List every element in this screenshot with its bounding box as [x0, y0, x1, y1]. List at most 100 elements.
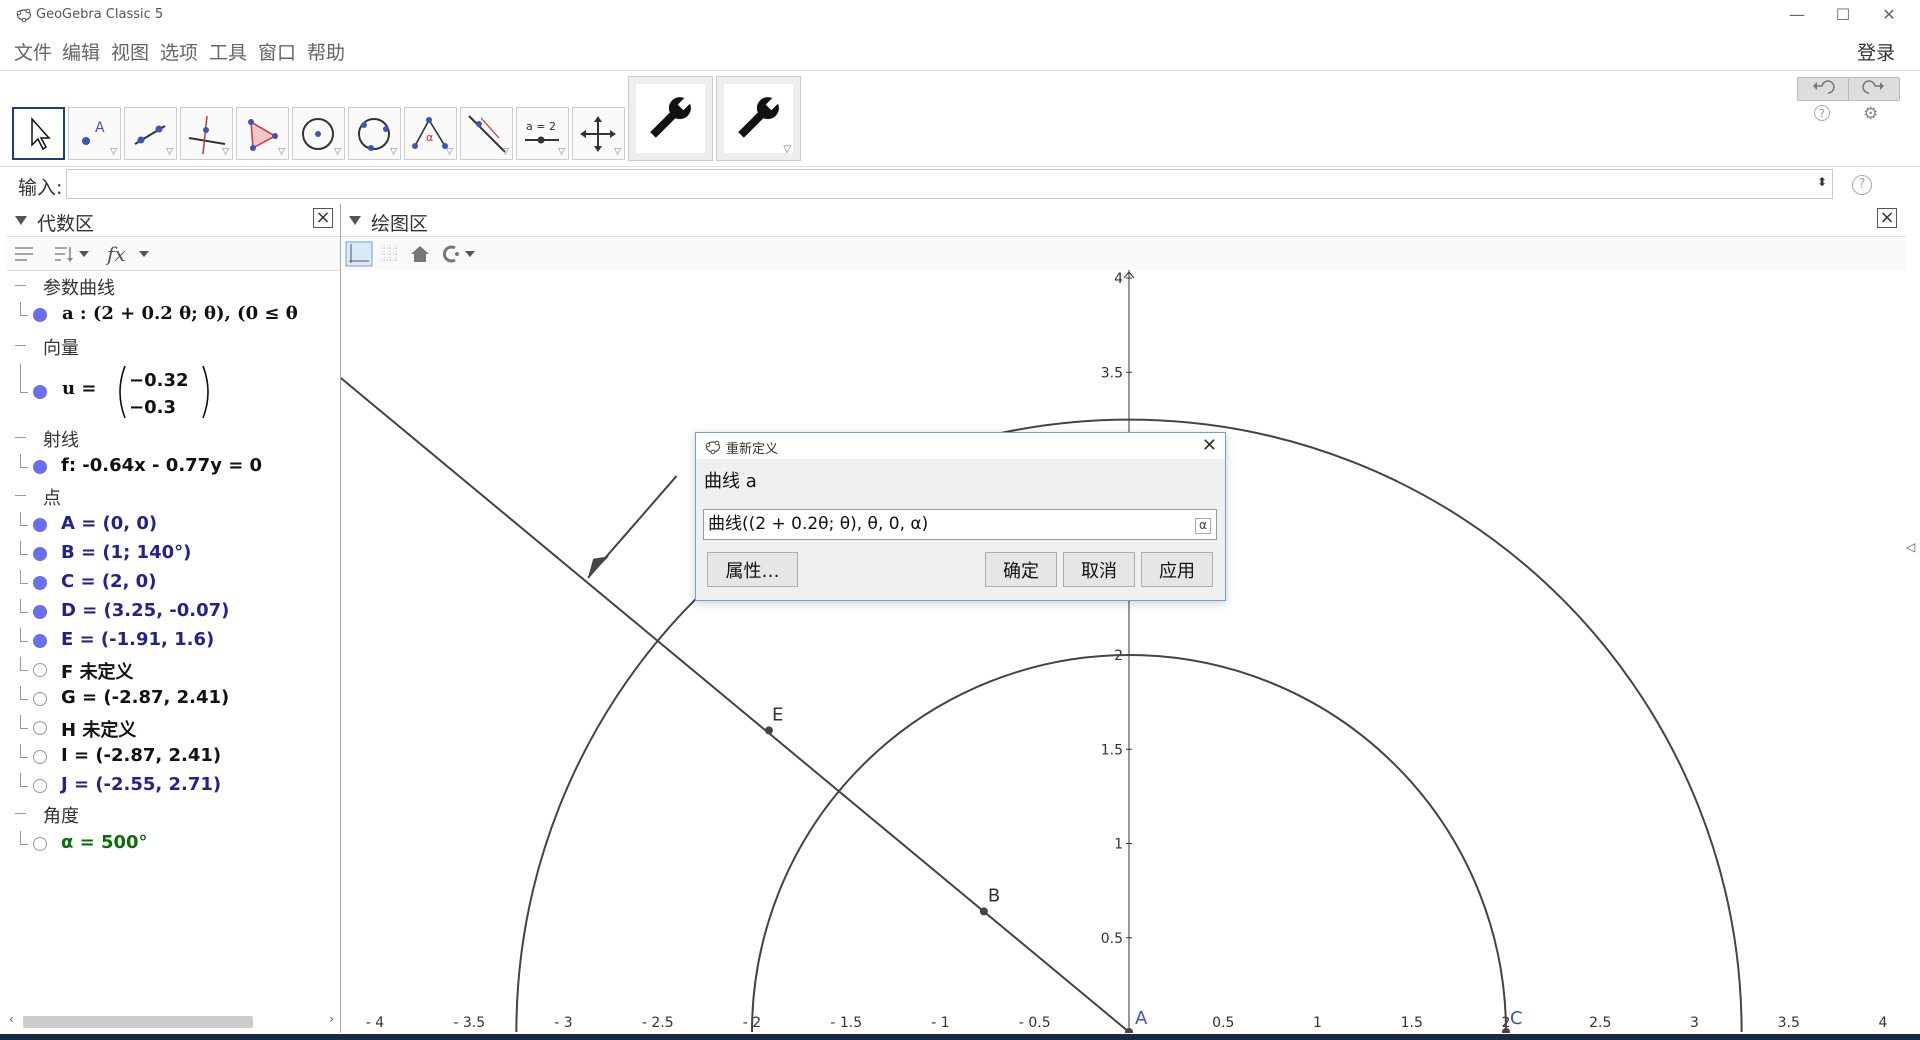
undo-button[interactable]: [1797, 77, 1849, 101]
group-angle[interactable]: 角度: [7, 802, 340, 828]
list-item-point-d[interactable]: D = (3.25, -0.07): [7, 599, 340, 625]
algebra-horizontal-scrollbar[interactable]: ‹ ›: [7, 1012, 340, 1030]
close-icon[interactable]: ✕: [1874, 4, 1904, 26]
visibility-toggle[interactable]: [33, 779, 47, 793]
custom-tool-button-1[interactable]: [628, 76, 713, 161]
input-history-icon[interactable]: ⬍: [1817, 175, 1827, 189]
collapse-minus-icon[interactable]: [15, 345, 26, 346]
list-item-point-f[interactable]: F 未定义: [7, 657, 340, 683]
list-item-vector-u[interactable]: u = −0.32 −0.3: [7, 364, 340, 420]
scrollbar-thumb[interactable]: [23, 1016, 253, 1028]
menu-file[interactable]: 文件: [14, 38, 52, 65]
cancel-button[interactable]: 取消: [1063, 552, 1135, 587]
grid-toggle-icon[interactable]: [379, 243, 401, 265]
move-tool-button[interactable]: [12, 107, 65, 160]
menu-window[interactable]: 窗口: [258, 38, 296, 65]
login-button[interactable]: 登录: [1857, 38, 1895, 65]
visibility-toggle[interactable]: [33, 385, 47, 399]
perpendicular-tool-button[interactable]: ▽: [180, 107, 233, 160]
reflect-tool-button[interactable]: ▽: [460, 107, 513, 160]
graph-drawing[interactable]: - 4- 3.5- 3- 2.5- 2- 1.5- 1- 0.5 0.5 1 1.5 2…: [341, 270, 1906, 1033]
visibility-toggle[interactable]: [33, 634, 47, 648]
menu-options[interactable]: 选项: [160, 38, 198, 65]
list-item-point-j[interactable]: J = (-2.55, 2.71): [7, 773, 340, 799]
gear-icon[interactable]: ⚙: [1863, 104, 1878, 124]
command-input[interactable]: [66, 169, 1833, 199]
collapse-minus-icon[interactable]: [15, 813, 26, 814]
custom-tool-button-2[interactable]: ▽: [716, 76, 801, 161]
collapse-icon[interactable]: [15, 216, 27, 225]
vector-x-value: −0.32: [129, 370, 189, 391]
menu-help[interactable]: 帮助: [307, 38, 345, 65]
fx-icon[interactable]: fx: [105, 240, 155, 268]
graphics-canvas[interactable]: - 4- 3.5- 3- 2.5- 2- 1.5- 1- 0.5 0.5 1 1.5 2…: [341, 270, 1906, 1033]
visibility-toggle[interactable]: [33, 460, 47, 474]
group-points[interactable]: 点: [7, 484, 340, 510]
collapse-icon[interactable]: [349, 216, 361, 225]
list-item-point-e[interactable]: E = (-1.91, 1.6): [7, 628, 340, 654]
redo-icon: [1862, 80, 1884, 94]
redo-button[interactable]: [1848, 77, 1900, 101]
collapse-minus-icon[interactable]: [15, 437, 26, 438]
visibility-toggle[interactable]: [33, 663, 47, 677]
list-item-angle-alpha[interactable]: α = 500°: [7, 831, 340, 857]
help-icon[interactable]: ?: [1814, 105, 1830, 121]
apply-button[interactable]: 应用: [1141, 552, 1213, 587]
menu-view[interactable]: 视图: [111, 38, 149, 65]
line-tool-button[interactable]: ▽: [124, 107, 177, 160]
slider-tool-button[interactable]: a = 2 ▽: [516, 107, 569, 160]
redefine-input[interactable]: 曲线((2 + 0.2θ; θ), θ, 0, α) α: [703, 509, 1217, 540]
visibility-toggle[interactable]: [33, 308, 47, 322]
menu-tools[interactable]: 工具: [209, 38, 247, 65]
circle-3pt-tool-button[interactable]: ▽: [348, 107, 401, 160]
toolbar: A ▽ ▽ ▽ ▽ ▽ ▽ α ▽ ▽ a = 2 ▽ ▽ ▽ ? ⚙: [0, 70, 1920, 167]
menu-lines-icon[interactable]: [13, 243, 35, 265]
minimize-icon[interactable]: —: [1782, 4, 1812, 26]
visibility-toggle[interactable]: [33, 721, 47, 735]
close-graphics-icon[interactable]: ×: [1877, 208, 1897, 228]
side-collapse-icon[interactable]: ◁: [1906, 540, 1915, 554]
scroll-left-icon[interactable]: ‹: [9, 1012, 14, 1026]
angle-tool-button[interactable]: α ▽: [404, 107, 457, 160]
list-item-ray-f[interactable]: f: -0.64x - 0.77y = 0: [7, 454, 340, 480]
home-icon[interactable]: [409, 243, 431, 265]
list-item-point-g[interactable]: G = (-2.87, 2.41): [7, 686, 340, 712]
axes-toggle-icon[interactable]: [345, 241, 373, 267]
properties-button[interactable]: 属性…: [707, 552, 798, 587]
visibility-toggle[interactable]: [33, 605, 47, 619]
visibility-toggle[interactable]: [33, 576, 47, 590]
list-item-point-c[interactable]: C = (2, 0): [7, 570, 340, 596]
visibility-toggle[interactable]: [33, 750, 47, 764]
collapse-minus-icon[interactable]: [15, 285, 26, 286]
input-help-icon[interactable]: ?: [1852, 175, 1872, 195]
sort-icon[interactable]: [51, 243, 95, 265]
visibility-toggle[interactable]: [33, 518, 47, 532]
graphics-style-bar: [341, 237, 1906, 271]
polygon-tool-button[interactable]: ▽: [236, 107, 289, 160]
move-view-tool-button[interactable]: ▽: [572, 107, 625, 160]
y-tick-label: 0.5: [1101, 931, 1123, 947]
dialog-close-icon[interactable]: ✕: [1202, 435, 1217, 456]
visibility-toggle[interactable]: [33, 692, 47, 706]
scroll-right-icon[interactable]: ›: [329, 1012, 334, 1026]
group-vector[interactable]: 向量: [7, 334, 340, 360]
circle-center-tool-button[interactable]: ▽: [292, 107, 345, 160]
menu-edit[interactable]: 编辑: [62, 38, 100, 65]
ok-button[interactable]: 确定: [985, 552, 1057, 587]
maximize-icon[interactable]: ☐: [1828, 4, 1858, 26]
close-algebra-icon[interactable]: ×: [313, 208, 333, 228]
point-capture-icon[interactable]: [439, 243, 477, 265]
svg-text:a = 2: a = 2: [526, 120, 556, 133]
visibility-toggle[interactable]: [33, 547, 47, 561]
alpha-symbols-button[interactable]: α: [1195, 518, 1211, 534]
collapse-minus-icon[interactable]: [15, 495, 26, 496]
point-tool-button[interactable]: A ▽: [68, 107, 121, 160]
list-item-curve-a[interactable]: a : (2 + 0.2 θ; θ), (0 ≤ θ: [7, 302, 340, 328]
group-parametric-curve[interactable]: 参数曲线: [7, 274, 340, 300]
list-item-point-h[interactable]: H 未定义: [7, 715, 340, 741]
visibility-toggle[interactable]: [33, 837, 47, 851]
list-item-point-a[interactable]: A = (0, 0): [7, 512, 340, 538]
list-item-point-i[interactable]: I = (-2.87, 2.41): [7, 744, 340, 770]
group-ray[interactable]: 射线: [7, 426, 340, 452]
list-item-point-b[interactable]: B = (1; 140°): [7, 541, 340, 567]
